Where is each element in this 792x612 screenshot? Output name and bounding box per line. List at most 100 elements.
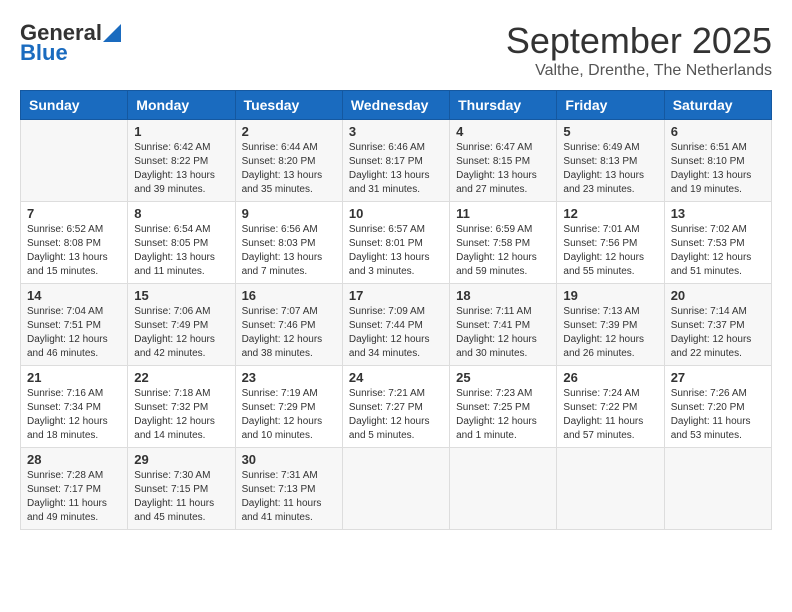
calendar-cell: 4Sunrise: 6:47 AM Sunset: 8:15 PM Daylig… xyxy=(450,120,557,202)
day-number: 7 xyxy=(27,206,121,221)
calendar-cell: 18 Sunrise: 7:11 AM Sunset: 7:41 PM Dayli… xyxy=(450,284,557,366)
day-info: Sunrise: 7:09 AM Sunset: 7:44 PM Dayligh… xyxy=(349,305,443,361)
day-number: 15 xyxy=(134,288,228,303)
calendar-header-row: SundayMondayTuesdayWednesdayThursdayFrid… xyxy=(21,91,772,120)
calendar-cell xyxy=(664,448,771,530)
day-info: Sunrise: 7:28 AM Sunset: 7:17 PM Dayligh… xyxy=(27,469,121,525)
day-info: Sunrise: 6:49 AM Sunset: 8:13 PM Dayligh… xyxy=(563,141,657,197)
weekday-header-sunday: Sunday xyxy=(21,91,128,120)
title-section: September 2025 Valthe, Drenthe, The Neth… xyxy=(506,20,772,80)
calendar-cell: 29Sunrise: 7:30 AM Sunset: 7:15 PM Dayli… xyxy=(128,448,235,530)
day-number: 9 xyxy=(242,206,336,221)
day-info: Sunrise: 7:24 AM Sunset: 7:22 PM Dayligh… xyxy=(563,387,657,443)
weekday-header-monday: Monday xyxy=(128,91,235,120)
day-number: 10 xyxy=(349,206,443,221)
day-number: 29 xyxy=(134,452,228,467)
calendar-cell xyxy=(21,120,128,202)
weekday-header-tuesday: Tuesday xyxy=(235,91,342,120)
day-info: Sunrise: 7:23 AM Sunset: 7:25 PM Dayligh… xyxy=(456,387,550,443)
calendar-cell: 7 Sunrise: 6:52 AM Sunset: 8:08 PM Daylig… xyxy=(21,202,128,284)
day-number: 18 xyxy=(456,288,550,303)
calendar-cell: 22 Sunrise: 7:18 AM Sunset: 7:32 PM Dayli… xyxy=(128,366,235,448)
calendar-cell: 11 Sunrise: 6:59 AM Sunset: 7:58 PM Dayli… xyxy=(450,202,557,284)
day-info: Sunrise: 7:11 AM Sunset: 7:41 PM Dayligh… xyxy=(456,305,550,361)
day-info: Sunrise: 6:51 AM Sunset: 8:10 PM Dayligh… xyxy=(671,141,765,197)
logo-blue: Blue xyxy=(20,40,68,66)
calendar-week-2: 7 Sunrise: 6:52 AM Sunset: 8:08 PM Daylig… xyxy=(21,202,772,284)
logo-arrow-icon xyxy=(103,24,121,42)
day-number: 11 xyxy=(456,206,550,221)
day-number: 13 xyxy=(671,206,765,221)
calendar-cell: 17 Sunrise: 7:09 AM Sunset: 7:44 PM Dayli… xyxy=(342,284,449,366)
calendar-cell: 23 Sunrise: 7:19 AM Sunset: 7:29 PM Dayli… xyxy=(235,366,342,448)
calendar-body: 1Sunrise: 6:42 AM Sunset: 8:22 PM Daylig… xyxy=(21,120,772,530)
day-info: Sunrise: 7:07 AM Sunset: 7:46 PM Dayligh… xyxy=(242,305,336,361)
calendar-week-5: 28 Sunrise: 7:28 AM Sunset: 7:17 PM Dayli… xyxy=(21,448,772,530)
day-number: 21 xyxy=(27,370,121,385)
day-number: 12 xyxy=(563,206,657,221)
day-number: 5 xyxy=(563,124,657,139)
logo: General Blue xyxy=(20,20,122,66)
calendar-cell: 19 Sunrise: 7:13 AM Sunset: 7:39 PM Dayli… xyxy=(557,284,664,366)
weekday-header-friday: Friday xyxy=(557,91,664,120)
weekday-header-saturday: Saturday xyxy=(664,91,771,120)
calendar-cell xyxy=(557,448,664,530)
day-info: Sunrise: 7:19 AM Sunset: 7:29 PM Dayligh… xyxy=(242,387,336,443)
day-info: Sunrise: 7:06 AM Sunset: 7:49 PM Dayligh… xyxy=(134,305,228,361)
calendar-cell: 28 Sunrise: 7:28 AM Sunset: 7:17 PM Dayli… xyxy=(21,448,128,530)
calendar-cell: 15 Sunrise: 7:06 AM Sunset: 7:49 PM Dayli… xyxy=(128,284,235,366)
day-number: 22 xyxy=(134,370,228,385)
day-info: Sunrise: 7:31 AM Sunset: 7:13 PM Dayligh… xyxy=(242,469,336,525)
day-info: Sunrise: 7:04 AM Sunset: 7:51 PM Dayligh… xyxy=(27,305,121,361)
calendar-cell: 21Sunrise: 7:16 AM Sunset: 7:34 PM Dayli… xyxy=(21,366,128,448)
day-info: Sunrise: 7:26 AM Sunset: 7:20 PM Dayligh… xyxy=(671,387,765,443)
calendar-table: SundayMondayTuesdayWednesdayThursdayFrid… xyxy=(20,90,772,530)
day-info: Sunrise: 7:21 AM Sunset: 7:27 PM Dayligh… xyxy=(349,387,443,443)
day-number: 30 xyxy=(242,452,336,467)
calendar-cell: 1Sunrise: 6:42 AM Sunset: 8:22 PM Daylig… xyxy=(128,120,235,202)
calendar-cell: 25 Sunrise: 7:23 AM Sunset: 7:25 PM Dayli… xyxy=(450,366,557,448)
calendar-cell: 13Sunrise: 7:02 AM Sunset: 7:53 PM Dayli… xyxy=(664,202,771,284)
calendar-cell: 9 Sunrise: 6:56 AM Sunset: 8:03 PM Daylig… xyxy=(235,202,342,284)
day-number: 24 xyxy=(349,370,443,385)
day-info: Sunrise: 6:44 AM Sunset: 8:20 PM Dayligh… xyxy=(242,141,336,197)
day-number: 23 xyxy=(242,370,336,385)
day-number: 6 xyxy=(671,124,765,139)
calendar-week-3: 14 Sunrise: 7:04 AM Sunset: 7:51 PM Dayli… xyxy=(21,284,772,366)
day-number: 16 xyxy=(242,288,336,303)
day-info: Sunrise: 6:42 AM Sunset: 8:22 PM Dayligh… xyxy=(134,141,228,197)
calendar-week-1: 1Sunrise: 6:42 AM Sunset: 8:22 PM Daylig… xyxy=(21,120,772,202)
calendar-cell: 8Sunrise: 6:54 AM Sunset: 8:05 PM Daylig… xyxy=(128,202,235,284)
calendar-cell: 20 Sunrise: 7:14 AM Sunset: 7:37 PM Dayli… xyxy=(664,284,771,366)
location: Valthe, Drenthe, The Netherlands xyxy=(506,62,772,80)
day-info: Sunrise: 6:56 AM Sunset: 8:03 PM Dayligh… xyxy=(242,223,336,279)
day-info: Sunrise: 7:14 AM Sunset: 7:37 PM Dayligh… xyxy=(671,305,765,361)
day-number: 14 xyxy=(27,288,121,303)
day-info: Sunrise: 6:59 AM Sunset: 7:58 PM Dayligh… xyxy=(456,223,550,279)
day-info: Sunrise: 7:18 AM Sunset: 7:32 PM Dayligh… xyxy=(134,387,228,443)
calendar-cell xyxy=(342,448,449,530)
day-number: 25 xyxy=(456,370,550,385)
day-number: 28 xyxy=(27,452,121,467)
day-number: 17 xyxy=(349,288,443,303)
calendar-cell xyxy=(450,448,557,530)
calendar-cell: 6 Sunrise: 6:51 AM Sunset: 8:10 PM Daylig… xyxy=(664,120,771,202)
calendar-cell: 10Sunrise: 6:57 AM Sunset: 8:01 PM Dayli… xyxy=(342,202,449,284)
calendar-cell: 14 Sunrise: 7:04 AM Sunset: 7:51 PM Dayli… xyxy=(21,284,128,366)
day-number: 27 xyxy=(671,370,765,385)
calendar-cell: 27 Sunrise: 7:26 AM Sunset: 7:20 PM Dayli… xyxy=(664,366,771,448)
month-title: September 2025 xyxy=(506,20,772,62)
day-number: 20 xyxy=(671,288,765,303)
day-number: 19 xyxy=(563,288,657,303)
calendar-cell: 2 Sunrise: 6:44 AM Sunset: 8:20 PM Daylig… xyxy=(235,120,342,202)
day-number: 26 xyxy=(563,370,657,385)
page-header: General Blue September 2025 Valthe, Dren… xyxy=(20,20,772,80)
calendar-cell: 30 Sunrise: 7:31 AM Sunset: 7:13 PM Dayli… xyxy=(235,448,342,530)
day-info: Sunrise: 7:13 AM Sunset: 7:39 PM Dayligh… xyxy=(563,305,657,361)
calendar-cell: 5 Sunrise: 6:49 AM Sunset: 8:13 PM Daylig… xyxy=(557,120,664,202)
day-info: Sunrise: 6:54 AM Sunset: 8:05 PM Dayligh… xyxy=(134,223,228,279)
calendar-cell: 16 Sunrise: 7:07 AM Sunset: 7:46 PM Dayli… xyxy=(235,284,342,366)
day-info: Sunrise: 6:52 AM Sunset: 8:08 PM Dayligh… xyxy=(27,223,121,279)
day-number: 3 xyxy=(349,124,443,139)
day-number: 2 xyxy=(242,124,336,139)
